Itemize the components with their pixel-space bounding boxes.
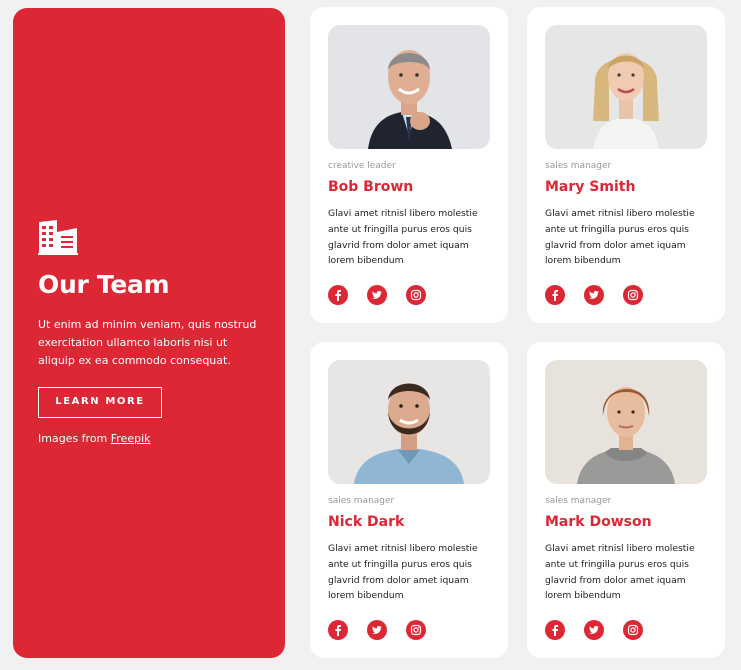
young-man-hoodie-portrait (545, 360, 707, 484)
member-photo (328, 25, 490, 149)
member-bio: Glavi amet ritnisl libero molestie ante … (328, 208, 478, 267)
team-member-card: sales manager Nick Dark Glavi amet ritni… (310, 342, 508, 658)
member-role: creative leader (328, 161, 396, 171)
member-name: Nick Dark (328, 514, 405, 530)
facebook-icon[interactable] (328, 285, 348, 305)
social-links (545, 285, 643, 305)
freepik-link[interactable]: Freepik (111, 432, 151, 445)
twitter-icon[interactable] (367, 285, 387, 305)
image-credit: Images from Freepik (38, 432, 268, 445)
member-photo (545, 360, 707, 484)
credit-prefix: Images from (38, 432, 108, 445)
member-photo (545, 25, 707, 149)
instagram-icon[interactable] (623, 285, 643, 305)
blonde-woman-portrait (545, 25, 707, 149)
member-role: sales manager (545, 496, 612, 506)
intro-description: Ut enim ad minim veniam, quis nostrud ex… (38, 318, 257, 367)
social-links (328, 285, 426, 305)
member-name: Mark Dowson (545, 514, 652, 530)
facebook-icon[interactable] (328, 620, 348, 640)
team-member-card: creative leader Bob Brown Glavi amet rit… (310, 7, 508, 323)
twitter-icon[interactable] (584, 285, 604, 305)
twitter-icon[interactable] (584, 620, 604, 640)
intro-content: Our Team Ut enim ad minim veniam, quis n… (38, 220, 268, 445)
social-links (328, 620, 426, 640)
member-bio: Glavi amet ritnisl libero molestie ante … (328, 543, 478, 602)
team-member-card: sales manager Mark Dowson Glavi amet rit… (527, 342, 725, 658)
intro-panel: Our Team Ut enim ad minim veniam, quis n… (13, 8, 285, 658)
page-title: Our Team (38, 270, 170, 299)
member-bio: Glavi amet ritnisl libero molestie ante … (545, 543, 695, 602)
member-name: Mary Smith (545, 179, 636, 195)
man-in-dark-suit-portrait (328, 25, 490, 149)
twitter-icon[interactable] (367, 620, 387, 640)
member-role: sales manager (328, 496, 395, 506)
team-member-card: sales manager Mary Smith Glavi amet ritn… (527, 7, 725, 323)
building-icon (38, 220, 78, 255)
facebook-icon[interactable] (545, 620, 565, 640)
member-bio: Glavi amet ritnisl libero molestie ante … (545, 208, 695, 267)
facebook-icon[interactable] (545, 285, 565, 305)
bearded-man-portrait (328, 360, 490, 484)
member-photo (328, 360, 490, 484)
instagram-icon[interactable] (406, 620, 426, 640)
instagram-icon[interactable] (406, 285, 426, 305)
social-links (545, 620, 643, 640)
instagram-icon[interactable] (623, 620, 643, 640)
learn-more-button[interactable]: LEARN MORE (38, 387, 162, 418)
member-name: Bob Brown (328, 179, 414, 195)
member-role: sales manager (545, 161, 612, 171)
